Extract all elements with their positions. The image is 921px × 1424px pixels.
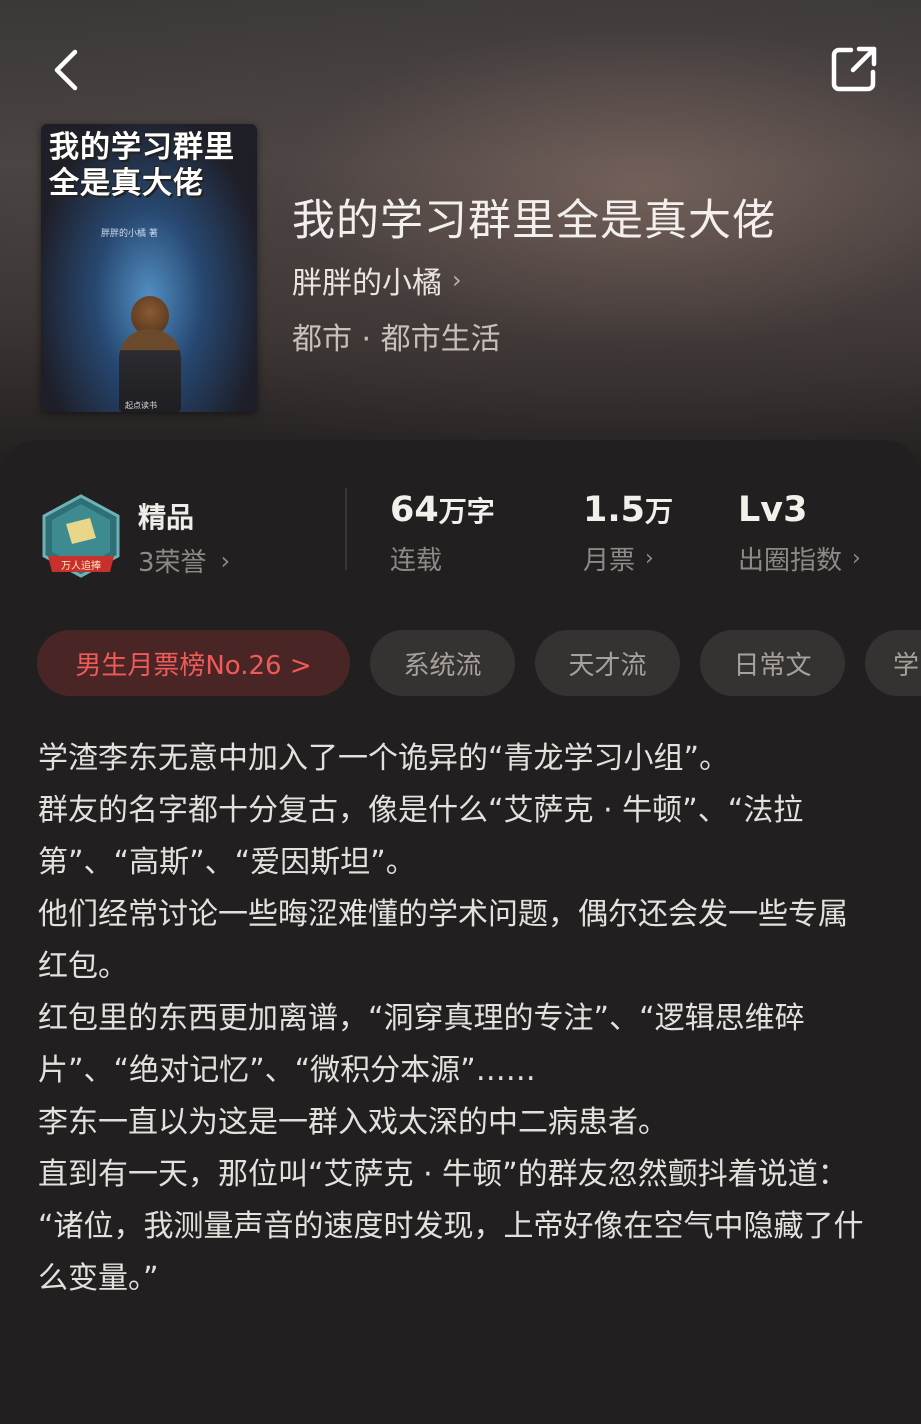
author-link[interactable]: 胖胖的小橘 › — [292, 258, 462, 302]
synopsis-paragraph: 学渣李东无意中加入了一个诡异的“青龙学习小组”。 — [38, 741, 730, 776]
monthly-votes-stat[interactable]: 1.5万 月票 › — [583, 490, 673, 577]
monthly-votes-unit: 万 — [645, 495, 674, 528]
tag-chip[interactable]: 天才流 — [535, 630, 680, 696]
cover-publisher: 起点读书 — [125, 401, 157, 410]
book-genre: 都市 · 都市生活 — [292, 322, 501, 357]
popularity-index-stat[interactable]: Lv3 出圈指数 › — [738, 490, 861, 577]
premium-badge-icon[interactable]: 万人追捧 — [40, 494, 122, 582]
book-cover[interactable]: 我的学习群里全是真大佬 胖胖的小橘 著 起点读书 — [41, 124, 257, 412]
grade-label: 精品 — [138, 501, 195, 534]
word-count-value: 64 — [390, 490, 439, 530]
monthly-votes-label: 月票 — [583, 546, 636, 576]
level-label: 出圈指数 — [738, 546, 843, 576]
chevron-right-icon: › — [220, 546, 231, 575]
tag-list: 男生月票榜No.26 > 系统流 天才流 日常文 学 — [37, 630, 921, 696]
synopsis-paragraph: 群友的名字都十分复古，像是什么“艾萨克 · 牛顿”、“法拉第”、“高斯”、“爱因… — [38, 793, 804, 880]
chevron-right-icon: › — [452, 266, 462, 294]
book-synopsis: 学渣李东无意中加入了一个诡异的“青龙学习小组”。 群友的名字都十分复古，像是什么… — [38, 733, 868, 1305]
synopsis-paragraph: “诸位，我测量声音的速度时发现，上帝好像在空气中隐藏了什么变量。” — [38, 1209, 864, 1296]
monthly-votes-value: 1.5 — [583, 490, 646, 530]
tag-chip[interactable]: 系统流 — [370, 630, 515, 696]
top-bar — [0, 0, 921, 130]
chevron-right-icon: › — [645, 546, 654, 571]
synopsis-paragraph: 李东一直以为这是一群入戏太深的中二病患者。 — [38, 1105, 668, 1140]
tag-chip[interactable]: 日常文 — [700, 630, 845, 696]
book-title: 我的学习群里全是真大佬 — [292, 196, 776, 246]
synopsis-paragraph: 红包里的东西更加离谱，“洞穿真理的专注”、“逻辑思维碎片”、“绝对记忆”、“微积… — [38, 1001, 805, 1088]
chevron-right-icon: › — [852, 546, 861, 571]
serial-status: 连载 — [390, 546, 443, 576]
back-button[interactable] — [40, 42, 92, 98]
level-value: Lv3 — [738, 490, 808, 530]
ranking-tag[interactable]: 男生月票榜No.26 > — [37, 630, 350, 696]
honors-count: 3荣誉 — [138, 548, 207, 578]
author-name: 胖胖的小橘 — [292, 266, 442, 301]
cover-title: 我的学习群里全是真大佬 — [49, 130, 235, 201]
back-chevron-icon — [54, 49, 78, 91]
cover-author: 胖胖的小橘 著 — [101, 229, 158, 239]
synopsis-paragraph: 直到有一天，那位叫“艾萨克 · 牛顿”的群友忽然颤抖着说道： — [38, 1157, 848, 1192]
honors-link[interactable]: 3荣誉 › — [138, 542, 230, 579]
share-button[interactable] — [826, 40, 882, 98]
badge-text: 万人追捧 — [61, 559, 101, 572]
share-icon — [831, 46, 877, 92]
stats-divider — [345, 488, 347, 570]
word-count-unit: 万字 — [438, 495, 495, 528]
word-count-stat: 64万字 连载 — [390, 490, 495, 577]
tag-chip[interactable]: 学 — [865, 630, 921, 696]
synopsis-paragraph: 他们经常讨论一些晦涩难懂的学术问题，偶尔还会发一些专属红包。 — [38, 897, 848, 984]
